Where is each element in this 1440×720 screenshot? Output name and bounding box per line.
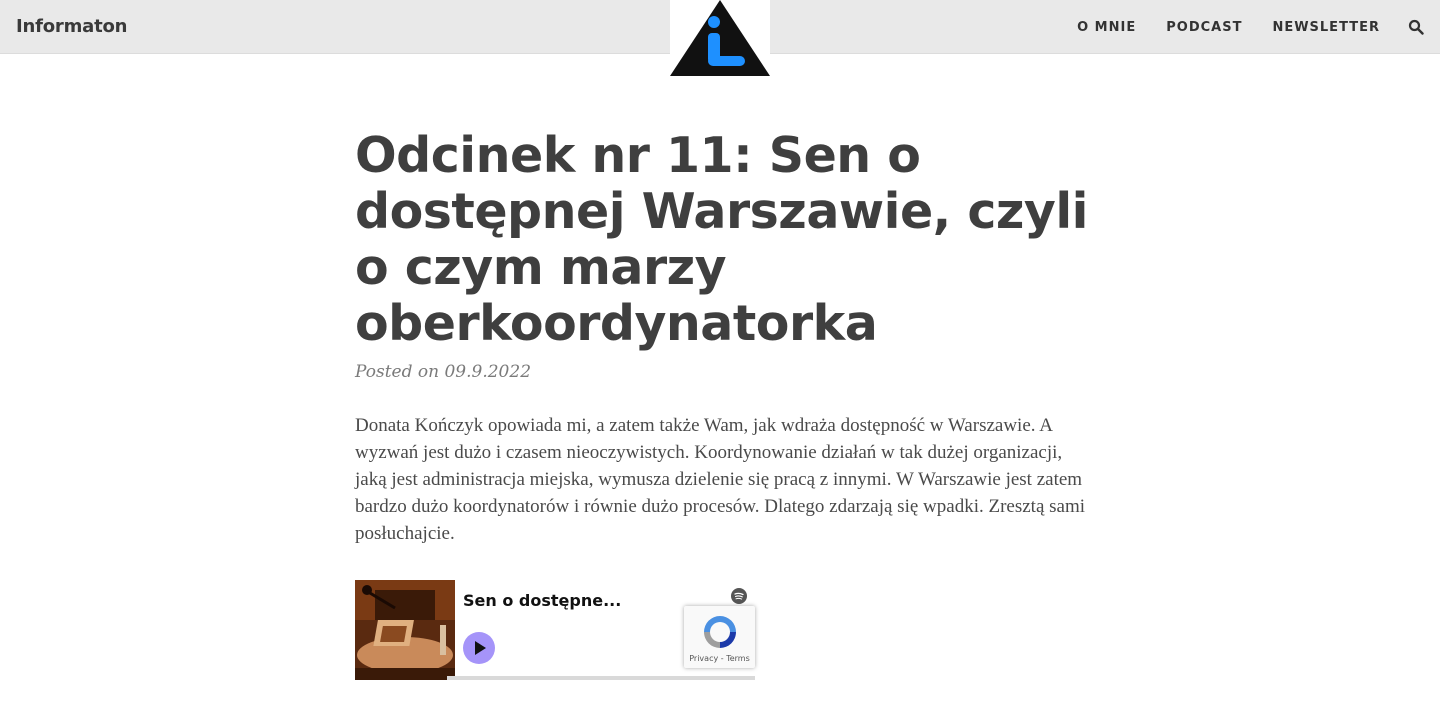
recaptcha-icon [704, 616, 736, 648]
main-nav: O MNIE PODCAST NEWSLETTER [1077, 20, 1380, 36]
spotify-icon[interactable] [731, 588, 747, 604]
recaptcha-badge[interactable]: Privacy - Terms [684, 606, 755, 668]
search-icon[interactable] [1408, 19, 1424, 35]
posted-label: Posted on [355, 362, 440, 382]
play-button[interactable] [463, 632, 495, 664]
page-title: Odcinek nr 11: Sen o dostępnej Warszawie… [355, 127, 1088, 352]
recaptcha-privacy-link[interactable]: Privacy [689, 654, 718, 663]
progress-bar[interactable] [447, 676, 755, 680]
top-bar: Informaton O MNIE PODCAST NEWSLETTER [0, 0, 1440, 78]
post-meta: Posted on 09.9.2022 [355, 362, 1090, 382]
info-triangle-icon [670, 0, 770, 76]
recaptcha-terms-link[interactable]: Terms [726, 654, 750, 663]
site-logo[interactable] [670, 0, 770, 78]
episode-title[interactable]: Sen o dostępne... [463, 591, 621, 610]
site-title-link[interactable]: Informaton [16, 16, 127, 37]
nav-podcast[interactable]: PODCAST [1166, 20, 1242, 36]
episode-cover-image [355, 580, 455, 680]
recaptcha-links: Privacy - Terms [684, 654, 755, 663]
post-date-link[interactable]: 09.9.2022 [444, 362, 531, 382]
article: Odcinek nr 11: Sen o dostępnej Warszawie… [355, 128, 1090, 547]
nav-about[interactable]: O MNIE [1077, 20, 1136, 36]
nav-newsletter[interactable]: NEWSLETTER [1272, 20, 1380, 36]
recaptcha-separator: - [720, 654, 724, 663]
article-paragraph: Donata Kończyk opowiada mi, a zatem takż… [355, 415, 1086, 544]
